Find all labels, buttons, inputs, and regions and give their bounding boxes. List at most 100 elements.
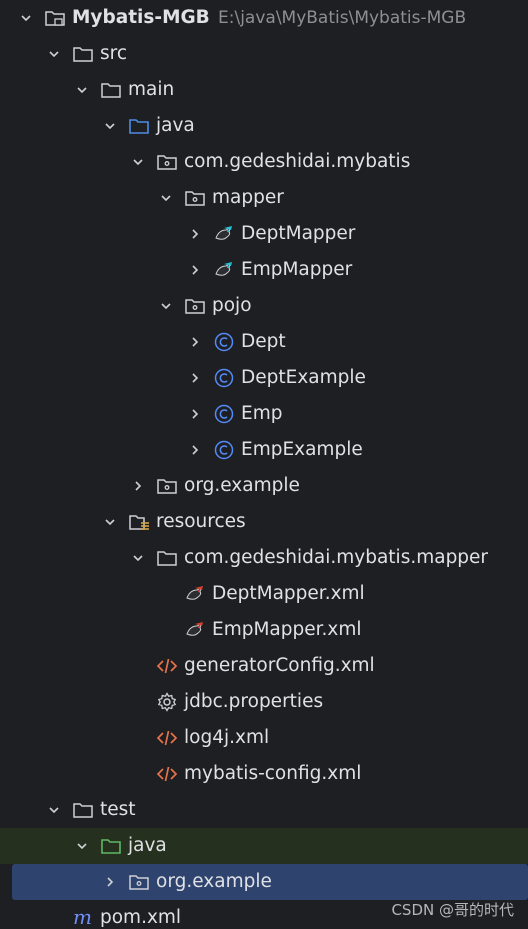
tree-row[interactable]: mybatis-config.xml [0,756,528,792]
tree-item-label: Dept [241,331,286,352]
tree-row[interactable]: java [0,828,528,864]
tree-row[interactable]: org.example [0,468,528,504]
package-icon [156,152,178,172]
tree-row-project-root[interactable]: Mybatis-MGB E:\java\MyBatis\Mybatis-MGB [0,0,528,36]
tree-row[interactable]: mapper [0,180,528,216]
module-folder-icon [44,8,66,28]
tree-item-label: org.example [156,871,272,892]
folder-icon [156,548,178,568]
class-icon [213,440,235,460]
class-icon [213,368,235,388]
chevron-down-icon[interactable] [158,288,174,324]
tree-row[interactable]: DeptMapper [0,216,528,252]
tree-item-label: src [100,43,128,64]
chevron-down-icon[interactable] [130,540,146,576]
class-icon [213,404,235,424]
package-icon [184,188,206,208]
tree-item-label: DeptMapper.xml [212,583,365,604]
mybatis-mapper-icon [213,224,235,244]
chevron-right-icon[interactable] [130,468,146,504]
tree-item-label: resources [156,511,246,532]
chevron-right-icon[interactable] [187,360,203,396]
tree-item-label: EmpMapper.xml [212,619,362,640]
tree-item-label: pom.xml [100,907,182,928]
class-icon [213,332,235,352]
tree-item-label: Emp [241,403,283,424]
package-icon [184,296,206,316]
tree-row[interactable]: java [0,108,528,144]
tree-row[interactable]: test [0,792,528,828]
tree-row[interactable]: org.example [0,864,528,900]
test-folder-icon [100,836,122,856]
tree-row[interactable]: EmpMapper.xml [0,612,528,648]
chevron-right-icon[interactable] [187,324,203,360]
mybatis-xml-icon [184,620,206,640]
tree-row[interactable]: log4j.xml [0,720,528,756]
tree-item-label: DeptExample [241,367,366,388]
tree-row[interactable]: generatorConfig.xml [0,648,528,684]
tree-item-label: test [100,799,136,820]
tree-item-label: main [128,79,175,100]
chevron-right-icon[interactable] [187,396,203,432]
tree-item-label: java [156,115,195,136]
tree-item-label: pojo [212,295,252,316]
chevron-down-icon[interactable] [46,36,62,72]
xml-icon [156,656,178,676]
project-path: E:\java\MyBatis\Mybatis-MGB [218,8,467,28]
tree-row[interactable]: pojo [0,288,528,324]
xml-icon [156,728,178,748]
tree-item-label: com.gedeshidai.mybatis [184,151,411,172]
tree-row[interactable]: Dept [0,324,528,360]
tree-item-label: com.gedeshidai.mybatis.mapper [184,547,489,568]
chevron-down-icon[interactable] [102,504,118,540]
tree-row[interactable]: DeptMapper.xml [0,576,528,612]
tree-item-label: EmpExample [241,439,363,460]
chevron-down-icon[interactable] [74,828,90,864]
tree-item-label: DeptMapper [241,223,356,244]
tree-item-label: EmpMapper [241,259,353,280]
tree-row[interactable]: DeptExample [0,360,528,396]
tree-row[interactable]: com.gedeshidai.mybatis [0,144,528,180]
tree-row[interactable]: src [0,36,528,72]
chevron-down-icon[interactable] [74,72,90,108]
tree-row[interactable]: resources [0,504,528,540]
chevron-right-icon[interactable] [102,864,118,900]
tree-item-label: org.example [184,475,300,496]
chevron-down-icon[interactable] [46,792,62,828]
chevron-down-icon[interactable] [102,108,118,144]
resources-folder-icon [128,512,150,532]
tree-row[interactable]: com.gedeshidai.mybatis.mapper [0,540,528,576]
folder-icon [72,44,94,64]
mybatis-mapper-icon [213,260,235,280]
tree-item-label: log4j.xml [184,727,270,748]
package-icon [128,872,150,892]
tree-row[interactable]: EmpExample [0,432,528,468]
mybatis-xml-icon [184,584,206,604]
watermark: CSDN @哥的时代 [391,901,514,919]
tree-row[interactable]: EmpMapper [0,252,528,288]
tree-item-label: java [128,835,167,856]
chevron-down-icon[interactable] [158,180,174,216]
chevron-down-icon[interactable] [18,0,34,36]
tree-row[interactable]: jdbc.properties [0,684,528,720]
chevron-right-icon[interactable] [187,216,203,252]
folder-icon [72,800,94,820]
project-name: Mybatis-MGB [72,7,210,28]
chevron-right-icon[interactable] [187,252,203,288]
folder-icon [100,80,122,100]
tree-row[interactable]: main [0,72,528,108]
source-folder-icon [128,116,150,136]
tree-item-label: jdbc.properties [184,691,324,712]
package-icon [156,476,178,496]
xml-icon [156,764,178,784]
tree-item-label: mybatis-config.xml [184,763,362,784]
chevron-down-icon[interactable] [130,144,146,180]
tree-row[interactable]: Emp [0,396,528,432]
tree-item-label: mapper [212,187,284,208]
tree-item-label: generatorConfig.xml [184,655,375,676]
project-tree: Mybatis-MGB E:\java\MyBatis\Mybatis-MGB … [0,0,528,929]
maven-icon: m [72,905,94,929]
svg-text:m: m [73,908,92,928]
chevron-right-icon[interactable] [187,432,203,468]
gear-icon [156,692,178,712]
